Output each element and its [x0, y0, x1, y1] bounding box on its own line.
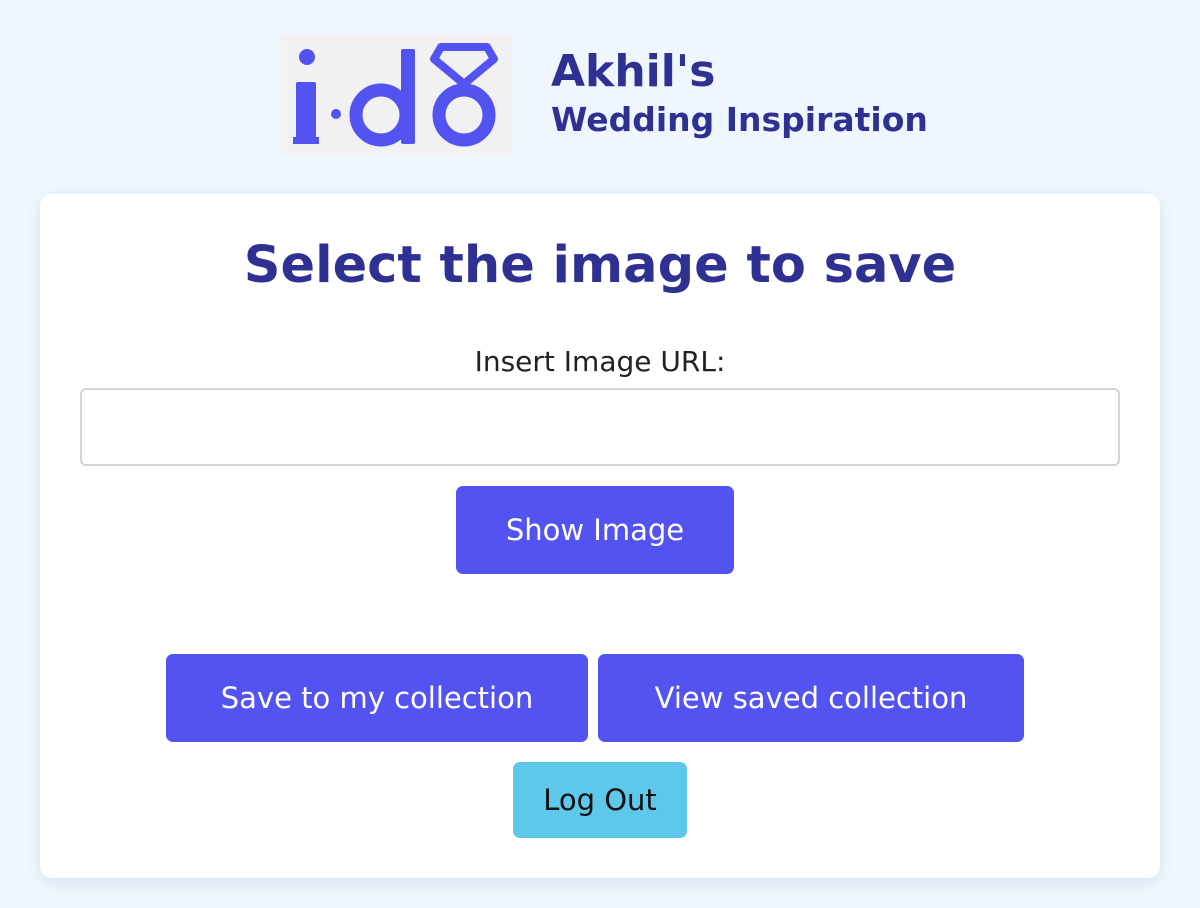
- brand-block: Akhil's Wedding Inspiration: [551, 44, 928, 140]
- show-image-button[interactable]: Show Image: [456, 486, 734, 574]
- image-url-input[interactable]: [80, 388, 1120, 466]
- brand-name: Akhil's: [551, 46, 716, 97]
- brand-subtitle: Wedding Inspiration: [551, 100, 928, 139]
- save-image-card: Select the image to save Insert Image UR…: [40, 194, 1160, 878]
- page-title: Select the image to save: [243, 236, 957, 295]
- view-saved-collection-button[interactable]: View saved collection: [598, 654, 1024, 742]
- app-header: Akhil's Wedding Inspiration: [0, 0, 1200, 190]
- ido-logo-graphic: [293, 43, 498, 147]
- ido-logo: [281, 34, 512, 154]
- image-url-label: Insert Image URL:: [474, 345, 726, 378]
- log-out-button[interactable]: Log Out: [513, 762, 687, 838]
- save-to-collection-button[interactable]: Save to my collection: [166, 654, 588, 742]
